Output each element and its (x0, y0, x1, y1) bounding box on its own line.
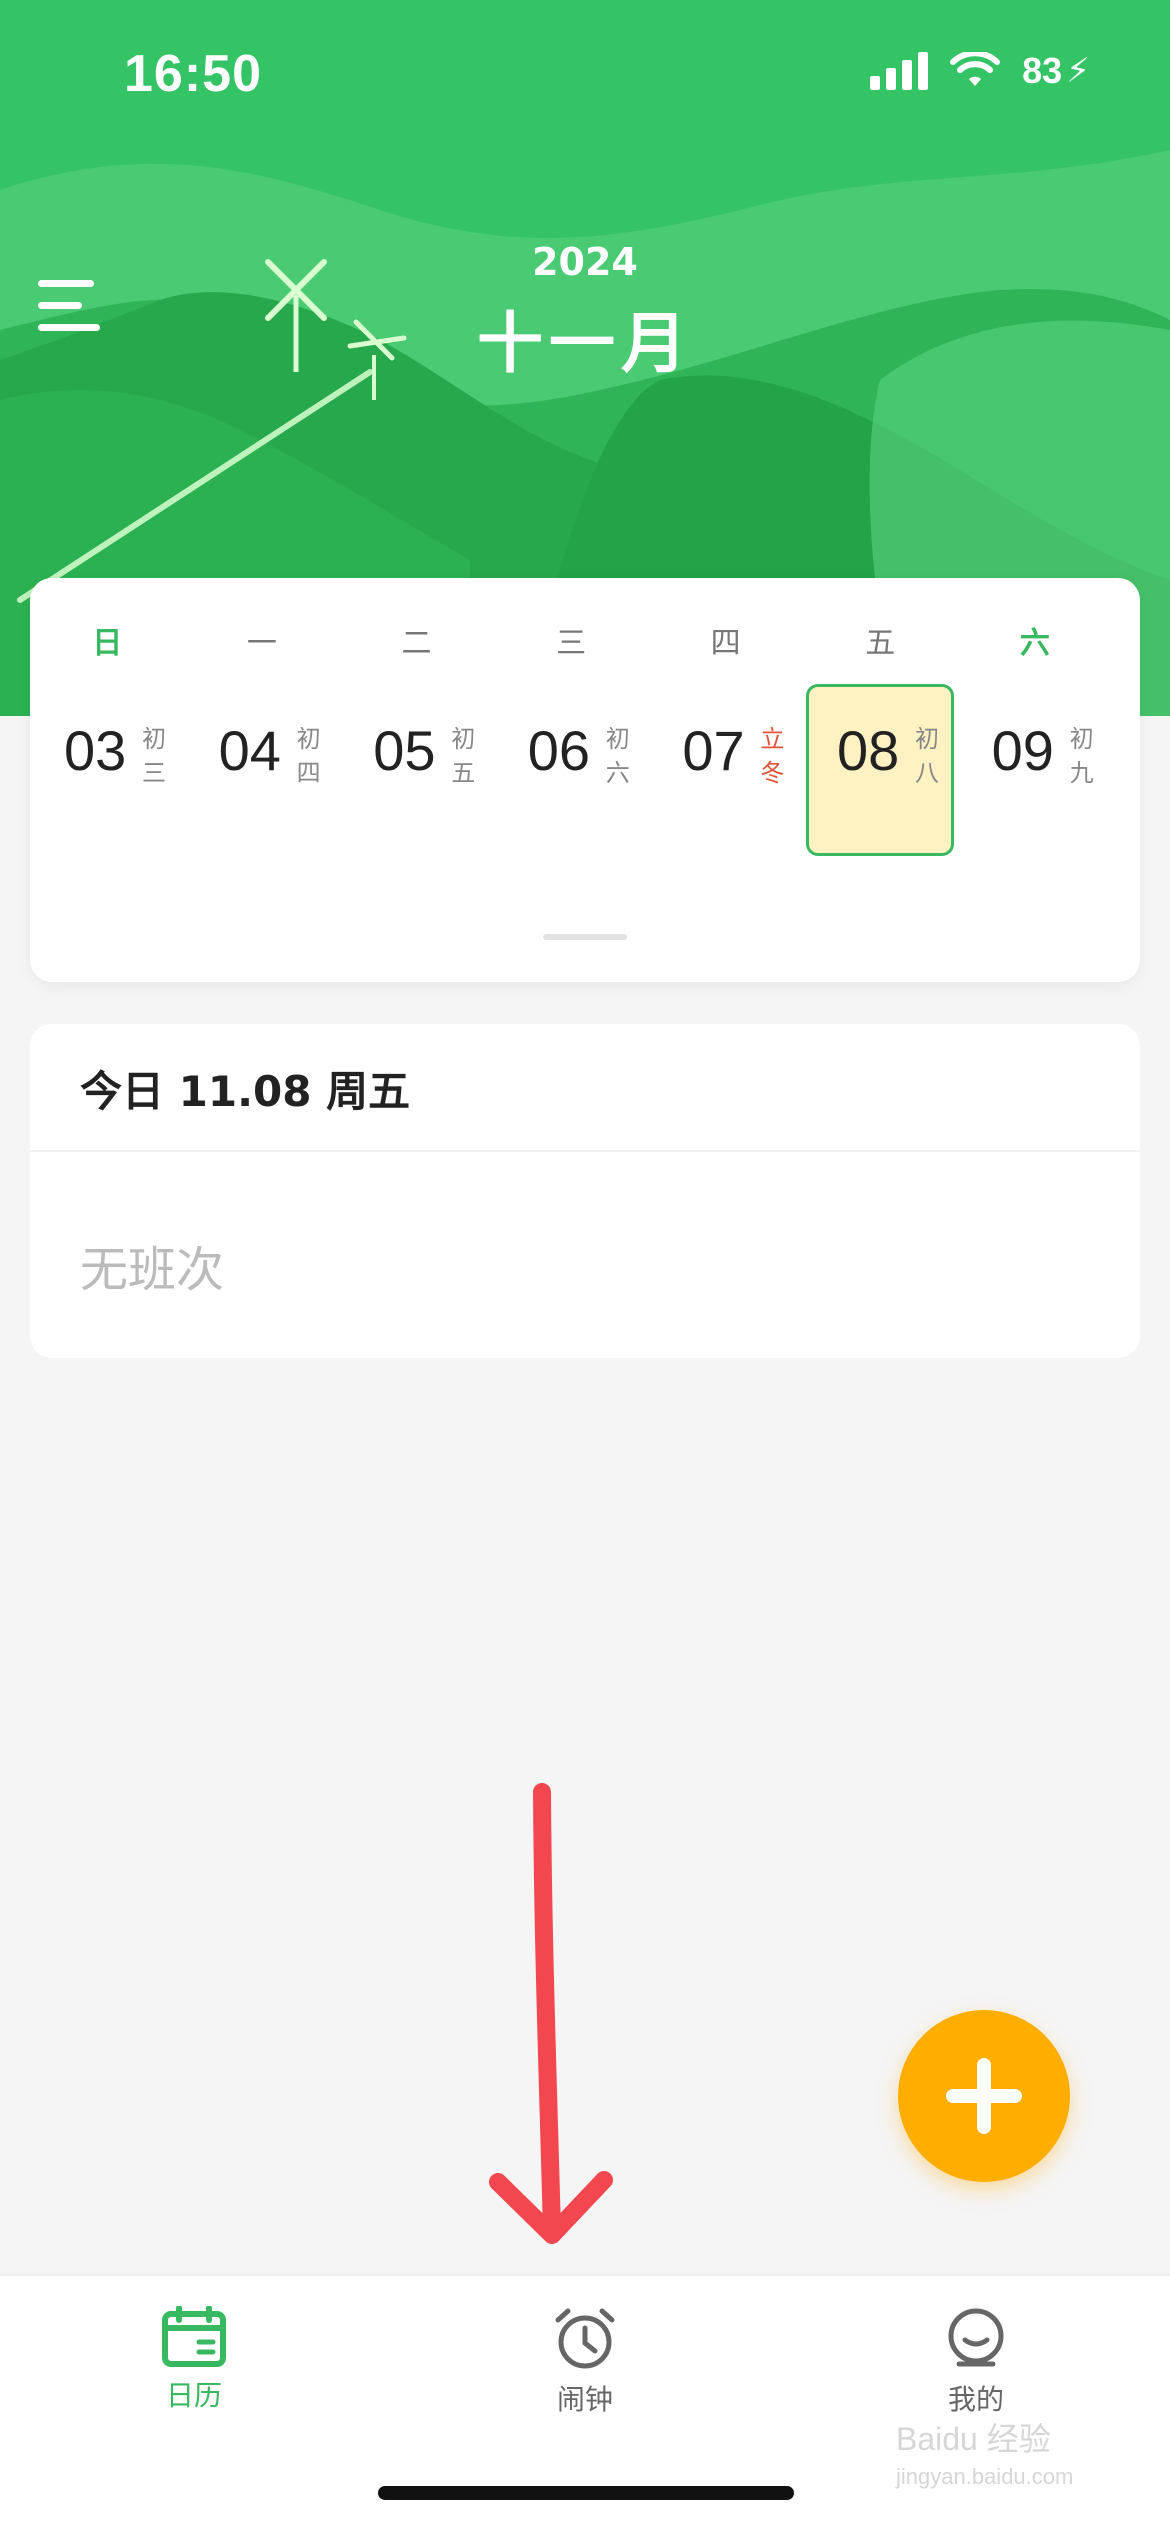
weekday-sun: 日 (92, 626, 123, 661)
day-cell-selected[interactable]: 08 初八 (803, 684, 958, 888)
signal-icon (870, 52, 929, 90)
day-cell[interactable]: 07 立冬 (648, 718, 803, 888)
home-indicator[interactable] (378, 2486, 794, 2500)
today-card: 今日 11.08 周五 无班次 (30, 1024, 1140, 1358)
week-days-row: 03 初三 04 初四 05 初五 06 初六 07 立冬 08 初八 09 初… (30, 684, 1140, 888)
day-cell[interactable]: 03 初三 (30, 718, 185, 888)
no-shift-text: 无班次 (80, 1242, 225, 1298)
tab-calendar[interactable]: 日历 (94, 2306, 294, 2414)
battery-level: 83 (1022, 50, 1063, 91)
calendar-icon (162, 2306, 226, 2367)
day-number: 09 (991, 719, 1054, 782)
weekday-header: 日 一 二 三 四 五 六 (30, 618, 1140, 662)
weekday-wed: 三 (556, 626, 587, 661)
day-cell[interactable]: 09 初九 (958, 718, 1113, 888)
tab-profile[interactable]: 我的 (876, 2306, 1076, 2418)
tab-label: 闹钟 (556, 2383, 613, 2416)
day-cell[interactable]: 04 初四 (185, 718, 340, 888)
solar-term-label: 立冬 (760, 725, 785, 787)
weekday-sat: 六 (1019, 626, 1050, 661)
status-icons: 83 ⚡ (870, 50, 1090, 92)
lunar-date: 初四 (296, 725, 321, 787)
divider (30, 1150, 1140, 1152)
lunar-date: 初九 (1069, 725, 1094, 787)
weekday-fri: 五 (865, 626, 896, 661)
week-calendar-card: 日 一 二 三 四 五 六 03 初三 04 初四 05 初五 06 初六 07… (30, 578, 1140, 982)
expand-handle[interactable] (543, 934, 627, 940)
weekday-thu: 四 (710, 626, 741, 661)
status-time: 16:50 (124, 45, 262, 103)
day-number: 03 (64, 719, 127, 782)
header-month[interactable]: 十一月 (0, 290, 1170, 386)
day-cell[interactable]: 05 初五 (339, 718, 494, 888)
add-button[interactable] (898, 2010, 1070, 2182)
weekday-mon: 一 (246, 626, 277, 661)
day-cell[interactable]: 06 初六 (494, 718, 649, 888)
lunar-date: 初五 (451, 725, 476, 787)
lunar-date: 初六 (605, 725, 630, 787)
tab-label: 我的 (947, 2383, 1004, 2416)
lunar-date: 初三 (142, 725, 166, 787)
charging-icon: ⚡ (1066, 51, 1090, 91)
profile-icon (948, 2308, 1004, 2367)
weekday-tue: 二 (401, 626, 432, 661)
tab-label: 日历 (165, 2379, 222, 2412)
day-number: 06 (527, 719, 591, 782)
day-number: 08 (836, 719, 900, 782)
day-number: 04 (218, 719, 281, 782)
wifi-icon (950, 52, 1001, 86)
lunar-date: 初八 (914, 725, 939, 787)
watermark: Baidu 经验 jingyan.baidu.com (896, 2421, 1074, 2489)
tab-alarm[interactable]: 闹钟 (485, 2306, 685, 2418)
day-number: 07 (682, 719, 745, 782)
day-number: 05 (373, 719, 436, 782)
today-title: 今日 11.08 周五 (80, 1067, 411, 1116)
alarm-clock-icon (555, 2308, 615, 2369)
header-year[interactable]: 2024 (0, 240, 1170, 284)
